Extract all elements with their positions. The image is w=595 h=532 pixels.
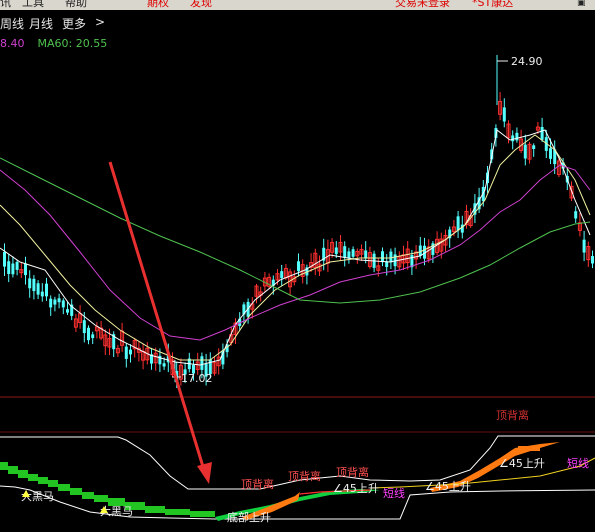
candle-body bbox=[40, 291, 44, 297]
candle-body bbox=[381, 251, 384, 263]
label-dingbeili-1: 顶背离 bbox=[241, 477, 274, 491]
candle-body bbox=[456, 216, 460, 231]
top-divergence-cut-label: 顶背离 bbox=[496, 408, 529, 422]
candle-body bbox=[582, 239, 586, 253]
candle-body bbox=[45, 283, 48, 297]
indicator-green-band bbox=[38, 477, 48, 484]
candle-body bbox=[389, 251, 393, 263]
candle-body bbox=[540, 127, 544, 140]
candle-body bbox=[343, 246, 347, 258]
candle-body bbox=[49, 298, 53, 308]
candle-body bbox=[3, 251, 6, 267]
candle-body bbox=[297, 261, 300, 272]
candle-body bbox=[129, 349, 132, 355]
label-duanxian-1: 短线 bbox=[383, 486, 405, 500]
indicator-lower-line bbox=[0, 485, 595, 520]
label-dingbeili-3: 顶背离 bbox=[336, 465, 369, 479]
candle-body bbox=[53, 299, 57, 305]
indicator-green-band bbox=[58, 484, 70, 491]
candle-body bbox=[91, 334, 95, 339]
indicator-green-band bbox=[82, 492, 94, 499]
candle-body bbox=[61, 300, 65, 308]
candle-body bbox=[502, 107, 506, 122]
high-price-label: 24.90 bbox=[511, 55, 543, 68]
candle-body bbox=[28, 278, 32, 289]
annotation-arrow bbox=[108, 161, 212, 484]
candle-body bbox=[591, 256, 594, 264]
candle-body bbox=[523, 144, 527, 159]
candle-body bbox=[11, 263, 15, 275]
arrow-head-icon bbox=[197, 462, 212, 484]
candle-body bbox=[515, 132, 519, 141]
candle-body bbox=[57, 298, 61, 303]
candle-body bbox=[87, 327, 90, 341]
candle-body bbox=[532, 145, 536, 149]
candle-body bbox=[15, 261, 19, 270]
indicator-orange-band bbox=[518, 446, 540, 451]
candle-body bbox=[334, 247, 338, 255]
indicator-green-band bbox=[165, 509, 190, 515]
candle-body bbox=[364, 250, 368, 259]
candle-body bbox=[36, 283, 40, 295]
label-up45-2: ∠45上升 bbox=[425, 480, 471, 493]
candle-body bbox=[7, 261, 11, 274]
indicator-green-band bbox=[8, 466, 18, 474]
indicator-green-band bbox=[190, 511, 215, 517]
indicator-green-band bbox=[28, 474, 38, 481]
candle-body bbox=[200, 356, 204, 370]
label-up45-3: ∠45上升 bbox=[499, 457, 545, 470]
indicator-green-band bbox=[0, 462, 8, 470]
label-duanxian-2: 短线 bbox=[567, 456, 589, 470]
candle-body bbox=[24, 263, 27, 276]
low-price-label: 17.02 bbox=[181, 372, 213, 385]
candle-body bbox=[351, 249, 355, 257]
candle-body bbox=[280, 271, 284, 279]
indicator-green-band bbox=[48, 480, 58, 487]
indicator-green-band bbox=[145, 506, 165, 513]
candle-body bbox=[162, 363, 166, 367]
price-marks-group: 24.90 17.02 bbox=[172, 55, 543, 385]
indicator-labels: 顶背离 顶背离 顶背离 顶背离 ∠45上升 ∠45上升 ∠45上升 短线 短线 … bbox=[21, 408, 589, 524]
arrow-shaft bbox=[108, 161, 206, 471]
ma20-line bbox=[0, 164, 591, 341]
indicator-green-band bbox=[94, 495, 108, 502]
candle-body bbox=[32, 278, 36, 292]
indicator-green-band bbox=[18, 470, 28, 478]
candle-body bbox=[511, 135, 515, 142]
candles-group bbox=[3, 55, 594, 388]
candle-body bbox=[82, 320, 86, 333]
candle-body bbox=[549, 148, 552, 159]
label-bottom-mixed: 底部上升 bbox=[227, 510, 271, 524]
candle-body bbox=[574, 211, 578, 219]
candle-body bbox=[418, 245, 422, 256]
label-up45-1: ∠45上升 bbox=[333, 482, 379, 495]
label-dingbeili-2: 顶背离 bbox=[288, 469, 321, 483]
kline-chart[interactable]: 24.90 17.02 顶背离 顶背离 顶背离 顶背离 ∠45上升 ∠45上升 … bbox=[0, 0, 595, 532]
candle-body bbox=[66, 309, 69, 313]
candle-body bbox=[124, 346, 128, 359]
indicator-green-band bbox=[70, 488, 82, 495]
